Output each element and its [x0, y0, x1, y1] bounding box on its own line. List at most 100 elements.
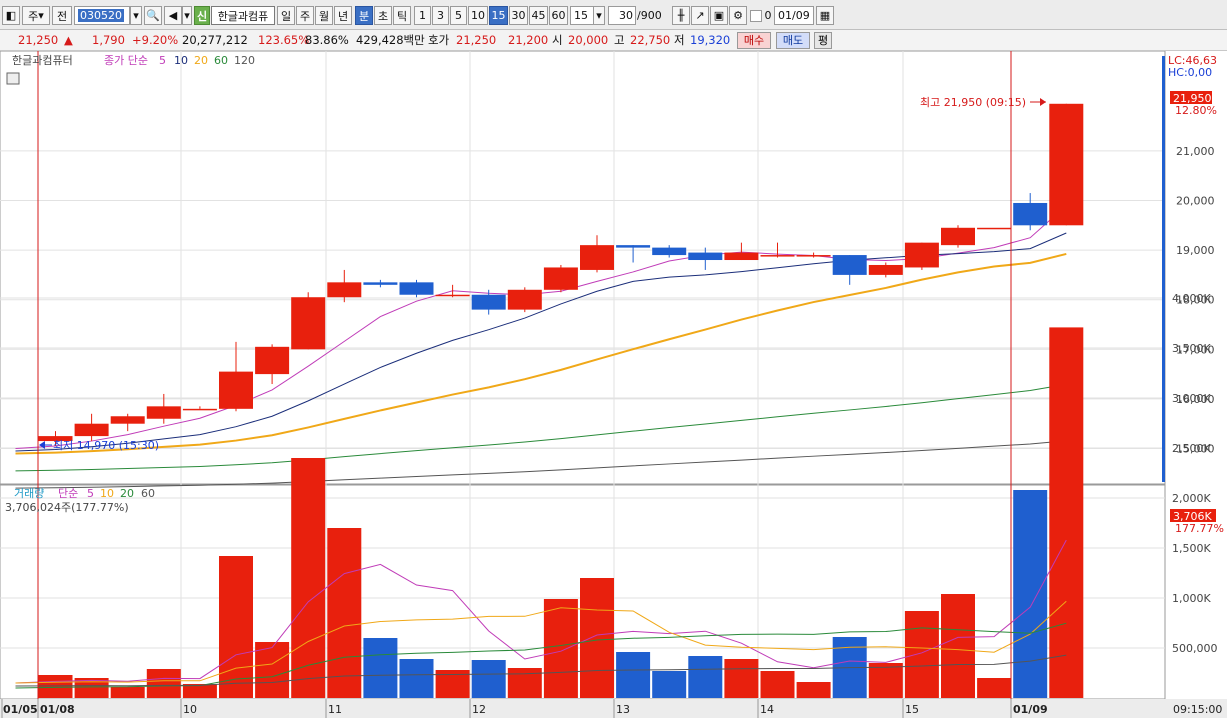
- market-type-select[interactable]: 주 ▾: [22, 6, 50, 25]
- interval-input[interactable]: 15: [570, 6, 594, 25]
- sound-dropdown-icon[interactable]: ▾: [182, 6, 192, 25]
- interval-5[interactable]: 5: [450, 6, 467, 25]
- candle-body: [74, 423, 109, 437]
- date-checkbox[interactable]: [750, 10, 762, 22]
- price-current-pct: 12.80%: [1175, 104, 1217, 117]
- candle-type-icon[interactable]: ╫: [672, 6, 690, 25]
- turnover-ratio: 83.86%: [305, 33, 349, 47]
- eval-button[interactable]: 평: [814, 32, 832, 49]
- candle-body: [399, 282, 434, 295]
- price-legend-ma120: 120: [234, 54, 255, 67]
- candle-body: [363, 282, 398, 285]
- stock-chart[interactable]: 한글과컴퓨터 종가 단순 5 10 20 60 120 거래량 단순 5 10 …: [0, 51, 1227, 718]
- code-dropdown-icon[interactable]: ▾: [130, 6, 142, 25]
- volume-legend-name: 거래량: [14, 487, 44, 500]
- interval-3[interactable]: 3: [432, 6, 449, 25]
- save-icon[interactable]: ▣: [710, 6, 728, 25]
- interval-15[interactable]: 15: [489, 6, 508, 25]
- candle-body: [146, 406, 181, 419]
- candle-body: [832, 255, 867, 275]
- candle-body: [507, 289, 542, 310]
- period-minute[interactable]: 분: [355, 6, 373, 25]
- candle-body: [219, 371, 253, 409]
- date-label: 13: [616, 703, 630, 716]
- buy-button[interactable]: 매수: [737, 32, 771, 49]
- volume-bar: [146, 669, 181, 698]
- date-input[interactable]: 01/09: [774, 6, 814, 25]
- low-price: 19,320: [690, 33, 731, 47]
- volume-bar: [363, 638, 398, 698]
- candle-body: [977, 227, 1012, 230]
- volume-bar: [507, 668, 542, 698]
- stock-code-input[interactable]: 030520: [74, 6, 130, 25]
- volume-tick-label: 1,000K: [1172, 592, 1211, 605]
- volume-tick-label: 500,000: [1172, 642, 1218, 655]
- candle-body: [435, 294, 470, 297]
- volume-bar: [868, 663, 903, 698]
- gear-icon[interactable]: ⚙: [729, 6, 747, 25]
- interval-1[interactable]: 1: [414, 6, 431, 25]
- interval-45[interactable]: 45: [529, 6, 548, 25]
- volume-tick-label: 2,000K: [1172, 492, 1211, 505]
- volume-legend-ma20: 20: [120, 487, 134, 500]
- volume-tick-label: 3,000K: [1172, 392, 1211, 405]
- period-tick[interactable]: 틱: [393, 6, 411, 25]
- volume-bar: [399, 659, 434, 698]
- low-annotation: 최저 14,970 (15:30): [53, 439, 159, 452]
- sound-icon[interactable]: ◀: [164, 6, 182, 25]
- candle-body: [760, 255, 795, 257]
- volume-bar: [110, 687, 145, 698]
- high-label: 고: [614, 33, 625, 47]
- ask-price: 21,250: [456, 33, 497, 47]
- period-day[interactable]: 일: [277, 6, 295, 25]
- candle-body: [868, 264, 903, 275]
- interval-30[interactable]: 30: [509, 6, 528, 25]
- volume-bar: [760, 671, 795, 698]
- volume-current-value: 3,706,024주(177.77%): [5, 501, 129, 514]
- stock-name-box: 한글과컴퓨: [211, 6, 275, 25]
- candle-body: [904, 242, 939, 268]
- volume-bar: [38, 675, 73, 698]
- date-label: 15: [905, 703, 919, 716]
- interval-10[interactable]: 10: [468, 6, 488, 25]
- quote-bar: 21,250 ▲ 1,790 +9.20% 20,277,212 123.65%…: [0, 30, 1227, 51]
- price-tick-label: 21,000: [1176, 145, 1215, 158]
- sell-button[interactable]: 매도: [776, 32, 810, 49]
- volume-bar: [616, 652, 651, 698]
- period-year[interactable]: 년: [334, 6, 352, 25]
- volume-legend-ma-label: 단순: [58, 487, 78, 500]
- candle-body: [616, 245, 651, 248]
- prev-button[interactable]: 전: [52, 6, 72, 25]
- draw-tool-icon[interactable]: ↗: [691, 6, 709, 25]
- interval-dropdown-icon[interactable]: ▾: [593, 6, 605, 25]
- interval-60[interactable]: 60: [549, 6, 568, 25]
- volume-ratio: 123.65%: [258, 33, 310, 47]
- candle-body: [688, 252, 723, 261]
- change-percent: +9.20%: [132, 33, 179, 47]
- period-second[interactable]: 초: [374, 6, 392, 25]
- volume-legend-ma5: 5: [87, 487, 94, 500]
- candle-body: [327, 282, 362, 298]
- high-annotation: 최고 21,950 (09:15): [920, 96, 1026, 109]
- volume-bar: [327, 528, 362, 698]
- date-label: 11: [328, 703, 342, 716]
- candle-body: [724, 252, 759, 261]
- volume-bar: [904, 611, 939, 698]
- open-label: 시: [552, 33, 563, 47]
- calendar-icon[interactable]: ▦: [816, 6, 834, 25]
- date-label: 14: [760, 703, 774, 716]
- table-toggle-icon[interactable]: [6, 72, 20, 85]
- price-legend-name: 한글과컴퓨터: [12, 54, 73, 67]
- search-icon[interactable]: 🔍: [144, 6, 162, 25]
- chart-settings-icon[interactable]: ◧: [2, 6, 20, 25]
- period-week[interactable]: 주: [296, 6, 314, 25]
- count-input[interactable]: 30: [608, 6, 636, 25]
- date-label: 01/08: [40, 703, 75, 716]
- open-price: 20,000: [568, 33, 609, 47]
- checkbox-label: 0: [764, 9, 772, 22]
- period-month[interactable]: 월: [315, 6, 333, 25]
- volume-bar: [941, 594, 975, 698]
- price-legend-ma-label: 종가 단순: [104, 54, 148, 67]
- candle-body: [652, 247, 687, 256]
- current-price: 21,250: [18, 33, 59, 47]
